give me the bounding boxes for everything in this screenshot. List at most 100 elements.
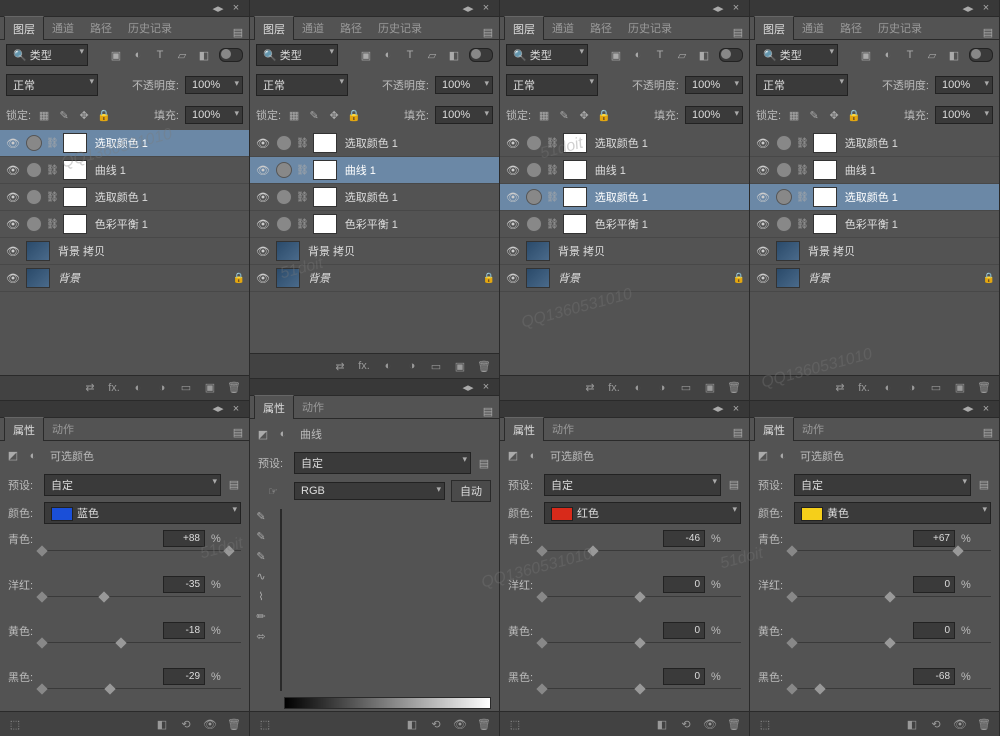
- layer-name[interactable]: 曲线 1: [591, 162, 745, 178]
- collapse-icon[interactable]: ◂▸: [211, 1, 225, 15]
- filter-type-dropdown[interactable]: 🔍 类型: [756, 44, 838, 66]
- tab-0[interactable]: 图层: [4, 16, 44, 40]
- magenta-input[interactable]: 0: [663, 576, 705, 593]
- lock-position-icon[interactable]: ✥: [827, 108, 841, 122]
- layer-row[interactable]: 👁⛓色彩平衡 1: [750, 211, 999, 238]
- shape-filter-icon[interactable]: ▱: [425, 48, 439, 62]
- visibility-icon[interactable]: 👁: [754, 218, 772, 231]
- layer-row[interactable]: 👁⛓色彩平衡 1: [250, 211, 499, 238]
- layer-thumb[interactable]: [26, 268, 50, 288]
- shape-filter-icon[interactable]: ▱: [925, 48, 939, 62]
- trash-icon[interactable]: 🗑: [227, 381, 241, 395]
- mask-thumb[interactable]: [313, 133, 337, 153]
- group-icon[interactable]: ▭: [179, 381, 193, 395]
- color-dropdown[interactable]: 红色: [544, 502, 741, 524]
- mask-mode-icon[interactable]: ◐: [26, 449, 40, 463]
- view-previous-icon[interactable]: ◧: [155, 717, 169, 731]
- lock-all-icon[interactable]: 🔒: [97, 108, 111, 122]
- tab-2[interactable]: 路径: [82, 16, 120, 39]
- link-icon[interactable]: ⛓: [46, 219, 59, 230]
- layer-name[interactable]: 背景: [554, 270, 729, 286]
- magenta-slider[interactable]: [38, 596, 241, 615]
- close-icon[interactable]: ×: [479, 380, 493, 394]
- link-icon[interactable]: ⛓: [46, 165, 59, 176]
- curves-graph[interactable]: [280, 509, 282, 691]
- layer-row[interactable]: 👁⛓选取颜色 1: [0, 130, 249, 157]
- tab-1[interactable]: 动作: [544, 417, 582, 440]
- tab-1[interactable]: 动作: [294, 395, 332, 418]
- visibility-icon[interactable]: 👁: [4, 245, 22, 258]
- layer-name[interactable]: 选取颜色 1: [341, 135, 495, 151]
- layer-name[interactable]: 曲线 1: [91, 162, 245, 178]
- panel-menu-icon[interactable]: ▤: [481, 25, 495, 39]
- layer-thumb[interactable]: [276, 241, 300, 261]
- type-filter-icon[interactable]: T: [403, 48, 417, 62]
- layer-thumb[interactable]: [776, 268, 800, 288]
- panel-menu-icon[interactable]: ▤: [731, 25, 745, 39]
- blend-mode-dropdown[interactable]: 正常: [256, 74, 348, 96]
- layer-row[interactable]: 👁背景🔒: [750, 265, 999, 292]
- mask-thumb[interactable]: [63, 214, 87, 234]
- tab-1[interactable]: 通道: [794, 16, 832, 39]
- layer-name[interactable]: 背景: [54, 270, 229, 286]
- mask-icon[interactable]: ◐: [131, 381, 145, 395]
- tab-0[interactable]: 图层: [504, 16, 544, 40]
- black-slider[interactable]: [38, 688, 241, 707]
- layer-row[interactable]: 👁背景🔒: [500, 265, 749, 292]
- visibility-icon[interactable]: 👁: [504, 245, 522, 258]
- tab-0[interactable]: 属性: [254, 395, 294, 419]
- lock-position-icon[interactable]: ✥: [327, 108, 341, 122]
- layer-row[interactable]: 👁⛓选取颜色 1: [250, 130, 499, 157]
- adjust-filter-icon[interactable]: ◐: [381, 48, 395, 62]
- magenta-input[interactable]: -35: [163, 576, 205, 593]
- layer-name[interactable]: 背景 拷贝: [54, 243, 245, 259]
- lock-trans-icon[interactable]: ▦: [537, 108, 551, 122]
- mask-icon[interactable]: ◐: [381, 359, 395, 373]
- cyan-slider[interactable]: [538, 550, 741, 569]
- new-layer-icon[interactable]: ▣: [203, 381, 217, 395]
- new-layer-icon[interactable]: ▣: [703, 381, 717, 395]
- curve-point-icon[interactable]: ⌇: [254, 589, 268, 603]
- layer-name[interactable]: 曲线 1: [341, 162, 495, 178]
- reset-icon[interactable]: ⟲: [929, 717, 943, 731]
- tab-3[interactable]: 历史记录: [870, 16, 930, 39]
- layer-name[interactable]: 选取颜色 1: [591, 189, 745, 205]
- magenta-slider[interactable]: [538, 596, 741, 615]
- panel-menu-icon[interactable]: ▤: [231, 25, 245, 39]
- visibility-icon[interactable]: 👁: [754, 191, 772, 204]
- preset-dropdown[interactable]: 自定: [44, 474, 221, 496]
- visibility-icon[interactable]: 👁: [254, 272, 272, 285]
- type-filter-icon[interactable]: T: [153, 48, 167, 62]
- opacity-input[interactable]: 100%: [435, 76, 493, 94]
- visibility-icon[interactable]: 👁: [4, 164, 22, 177]
- close-icon[interactable]: ×: [729, 1, 743, 15]
- mask-icon[interactable]: ◐: [631, 381, 645, 395]
- preset-dropdown[interactable]: 自定: [294, 452, 471, 474]
- collapse-icon[interactable]: ◂▸: [961, 1, 975, 15]
- mask-thumb[interactable]: [813, 160, 837, 180]
- trash-icon[interactable]: 🗑: [977, 381, 991, 395]
- layer-name[interactable]: 背景: [804, 270, 979, 286]
- layer-thumb[interactable]: [776, 241, 800, 261]
- visibility-icon[interactable]: 👁: [453, 717, 467, 731]
- visibility-icon[interactable]: 👁: [504, 272, 522, 285]
- image-filter-icon[interactable]: ▣: [859, 48, 873, 62]
- link-icon[interactable]: ⛓: [546, 219, 559, 230]
- reset-icon[interactable]: ⟲: [679, 717, 693, 731]
- mask-mode-icon[interactable]: ◐: [276, 427, 290, 441]
- layer-row[interactable]: 👁⛓选取颜色 1: [500, 184, 749, 211]
- lock-pixels-icon[interactable]: ✎: [57, 108, 71, 122]
- link-icon[interactable]: ⛓: [546, 192, 559, 203]
- adjustment-icon[interactable]: ◑: [155, 381, 169, 395]
- layer-row[interactable]: 👁背景 拷贝: [250, 238, 499, 265]
- magenta-input[interactable]: 0: [913, 576, 955, 593]
- yellow-slider[interactable]: [38, 642, 241, 661]
- link-icon[interactable]: ⇄: [583, 381, 597, 395]
- fill-input[interactable]: 100%: [435, 106, 493, 124]
- black-slider[interactable]: [788, 688, 991, 707]
- lock-all-icon[interactable]: 🔒: [597, 108, 611, 122]
- fx-icon[interactable]: fx.: [107, 381, 121, 395]
- clip-icon[interactable]: ⬚: [8, 717, 22, 731]
- visibility-icon[interactable]: 👁: [703, 717, 717, 731]
- finger-icon[interactable]: ☞: [258, 484, 288, 498]
